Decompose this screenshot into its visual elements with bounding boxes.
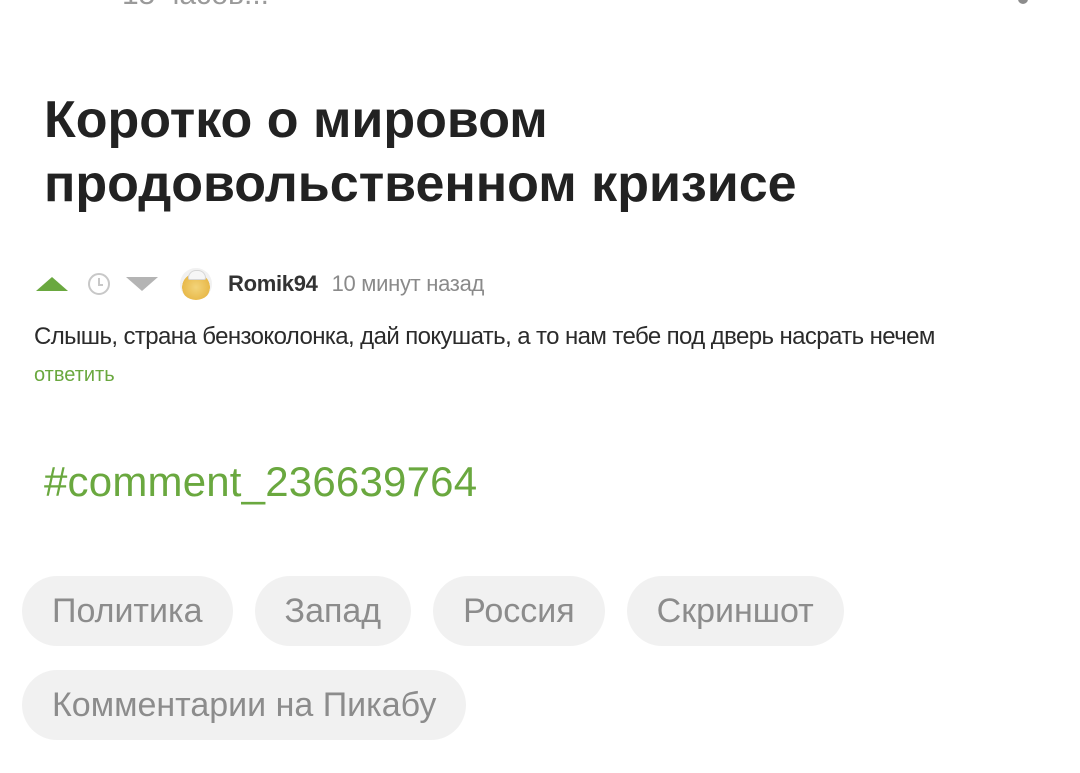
tag-row: Комментарии на Пикабу — [22, 670, 1062, 740]
reply-link[interactable]: ответить — [34, 364, 115, 387]
comment-hashtag-link[interactable]: #comment_236639764 — [44, 458, 477, 506]
comment-username[interactable]: Romik94 — [228, 271, 318, 297]
comment-screenshot: Romik94 10 минут назад Слышь, страна бен… — [34, 262, 1064, 387]
tag-russia[interactable]: Россия — [433, 576, 605, 646]
comment-timestamp: 10 минут назад — [331, 271, 485, 296]
avatar[interactable] — [180, 268, 212, 300]
tag-screenshot[interactable]: Скриншот — [626, 576, 844, 646]
more-options-icon[interactable] — [1018, 0, 1028, 4]
post-title[interactable]: Коротко о мировом продовольственном криз… — [44, 88, 1044, 216]
vote-down-icon[interactable] — [126, 277, 158, 291]
tag-west[interactable]: Запад — [254, 576, 412, 646]
tag-row: Политика Запад Россия Скриншот — [22, 576, 1062, 646]
comment-text: Слышь, страна бензоколонка, дай покушать… — [34, 323, 935, 350]
post-page: 15 часов... Коротко о мировом продовольс… — [0, 0, 1080, 773]
previous-post-meta: 15 часов... — [122, 0, 269, 12]
tag-pikabu-comments[interactable]: Комментарии на Пикабу — [22, 670, 467, 740]
vote-up-icon[interactable] — [36, 277, 68, 291]
tag-politics[interactable]: Политика — [22, 576, 233, 646]
comment-header: Romik94 10 минут назад — [34, 262, 1064, 306]
clock-icon — [88, 273, 110, 295]
tag-list: Политика Запад Россия Скриншот Комментар… — [22, 576, 1062, 764]
